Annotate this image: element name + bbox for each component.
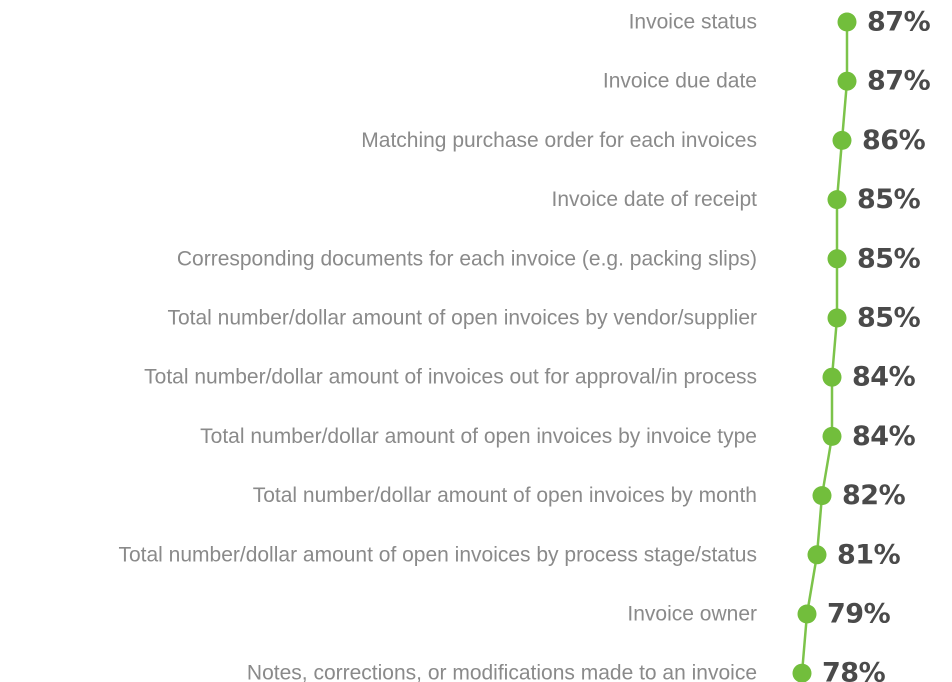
data-point xyxy=(837,71,857,91)
category-label: Invoice owner xyxy=(627,603,757,626)
invoice-data-chart: Invoice status 87% Invoice due date 87% Matc… xyxy=(118,7,931,682)
value-label: 84% xyxy=(852,421,916,452)
value-label: 82% xyxy=(842,480,906,511)
data-point xyxy=(827,249,847,269)
value-label: 84% xyxy=(852,362,916,393)
data-point xyxy=(827,308,847,328)
data-point xyxy=(812,486,832,506)
category-label: Matching purchase order for each invoice… xyxy=(361,129,757,152)
category-label: Invoice date of receipt xyxy=(552,188,758,211)
category-label: Total number/dollar amount of open invoi… xyxy=(167,307,757,330)
value-label: 87% xyxy=(867,7,931,38)
value-label: 87% xyxy=(867,66,931,97)
category-label: Invoice due date xyxy=(603,70,757,93)
data-point xyxy=(797,604,817,624)
value-label: 81% xyxy=(837,539,901,570)
data-point xyxy=(827,190,847,210)
category-label: Total number/dollar amount of open invoi… xyxy=(118,543,757,566)
data-point xyxy=(822,367,842,387)
value-label: 85% xyxy=(857,303,921,334)
data-point xyxy=(807,545,827,565)
category-label: Notes, corrections, or modifications mad… xyxy=(247,662,757,682)
data-point xyxy=(792,663,812,682)
category-label: Invoice status xyxy=(629,11,757,34)
category-label: Corresponding documents for each invoice… xyxy=(177,247,757,270)
data-point xyxy=(822,426,842,446)
value-label: 79% xyxy=(827,599,891,630)
data-point xyxy=(837,12,857,32)
data-point xyxy=(832,130,852,150)
value-label: 85% xyxy=(857,184,921,215)
series-line xyxy=(800,22,849,674)
category-label: Total number/dollar amount of open invoi… xyxy=(200,425,757,448)
category-label: Total number/dollar amount of open invoi… xyxy=(253,484,757,507)
value-label: 78% xyxy=(822,658,886,682)
category-label: Total number/dollar amount of invoices o… xyxy=(144,366,757,389)
value-label: 85% xyxy=(857,243,921,274)
value-label: 86% xyxy=(862,125,926,156)
